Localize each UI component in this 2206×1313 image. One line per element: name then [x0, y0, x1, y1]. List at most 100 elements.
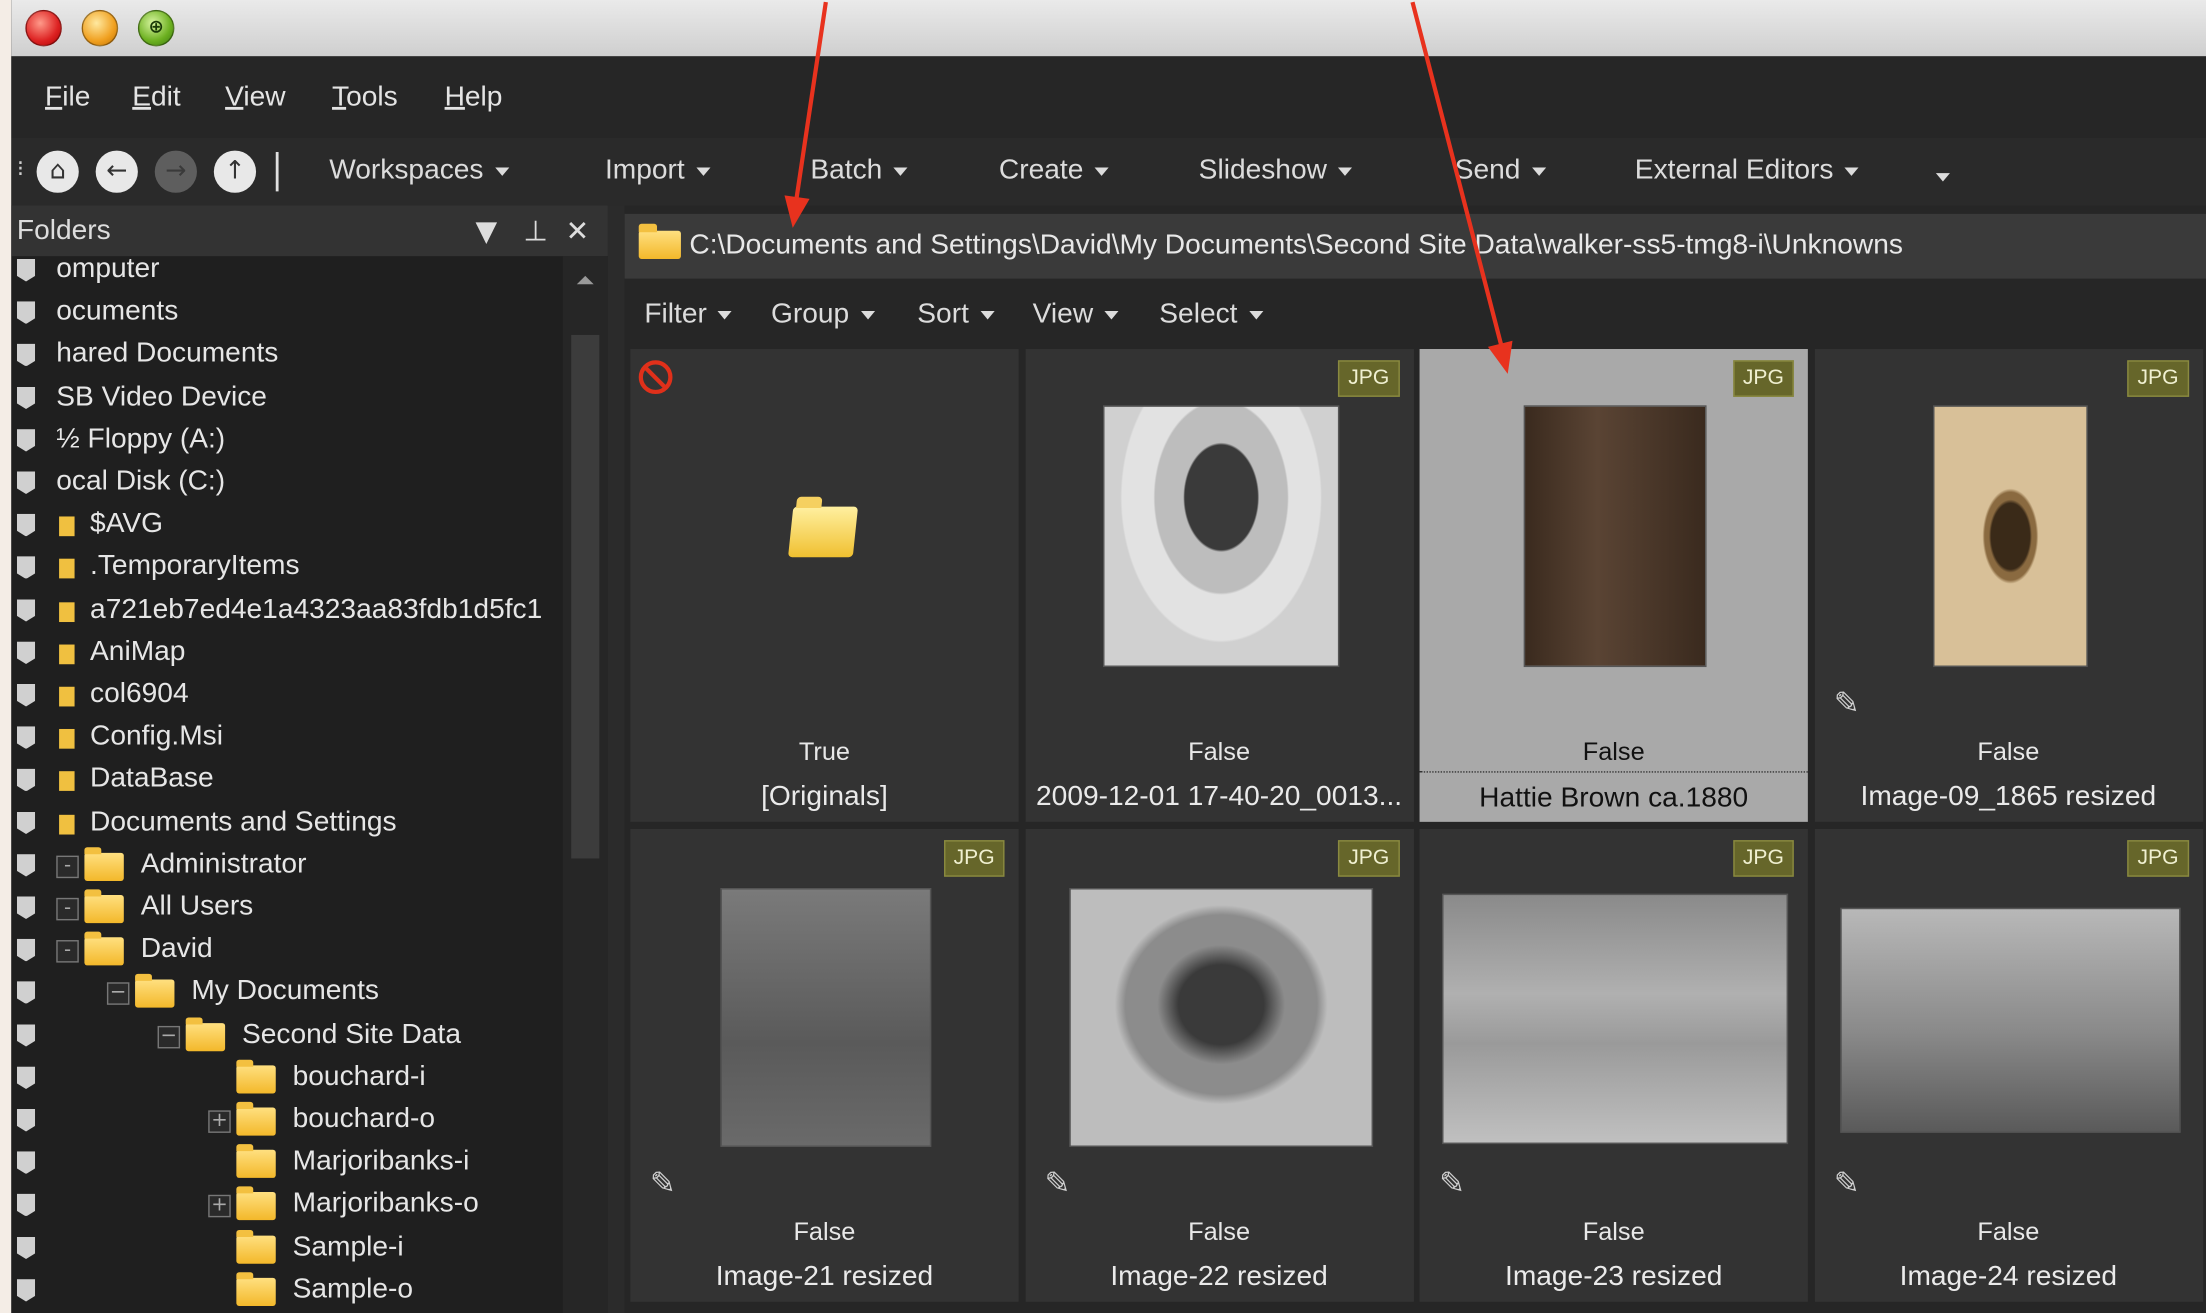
- forward-icon[interactable]: →: [154, 150, 197, 193]
- tree-item[interactable]: DataBase: [11, 760, 563, 802]
- photo-thumbnail[interactable]: [720, 888, 932, 1147]
- scroll-up-icon[interactable]: [576, 275, 594, 285]
- thumbnail-cell[interactable]: True [Originals]: [630, 349, 1019, 822]
- thumbnail-cell[interactable]: JPG ✎ False Image-09_1865 resized: [1814, 349, 2203, 822]
- photo-thumbnail[interactable]: [1932, 405, 2088, 668]
- bookmark-icon[interactable]: [16, 1193, 36, 1217]
- bookmark-icon[interactable]: [16, 853, 36, 877]
- zoom-window-button[interactable]: ⊕: [137, 9, 175, 47]
- create-menu[interactable]: Create: [999, 155, 1109, 187]
- select-menu[interactable]: Select: [1159, 298, 1263, 330]
- tree-item[interactable]: − My Documents: [11, 973, 563, 1015]
- tree-item[interactable]: Documents and Settings: [11, 803, 563, 845]
- expand-toggle-icon[interactable]: -: [56, 897, 79, 921]
- minimize-window-button[interactable]: [81, 9, 119, 47]
- bookmark-icon[interactable]: [16, 1066, 36, 1089]
- tree-item[interactable]: .TemporaryItems: [11, 548, 563, 590]
- pane-menu-icon[interactable]: ▼: [476, 214, 498, 248]
- menu-edit[interactable]: Edit: [132, 82, 180, 114]
- bookmark-icon[interactable]: [16, 981, 36, 1004]
- tree-item[interactable]: Sample-i: [11, 1228, 563, 1270]
- close-window-button[interactable]: [25, 9, 62, 47]
- tree-item[interactable]: ½ Floppy (A:): [11, 420, 563, 462]
- toolbar-grip-icon[interactable]: ⁝: [17, 155, 24, 182]
- tree-item[interactable]: + bouchard-o: [11, 1101, 563, 1143]
- tree-item[interactable]: hared Documents: [11, 335, 563, 377]
- tree-item[interactable]: Marjoribanks-i: [11, 1143, 563, 1185]
- pencil-icon[interactable]: ✎: [1439, 1167, 1476, 1204]
- bookmark-icon[interactable]: [16, 1278, 36, 1302]
- pencil-icon[interactable]: ✎: [1045, 1167, 1082, 1204]
- photo-thumbnail[interactable]: [1102, 405, 1339, 668]
- bookmark-icon[interactable]: [16, 301, 36, 324]
- bookmark-icon[interactable]: [16, 598, 36, 622]
- photo-thumbnail[interactable]: [1523, 405, 1707, 668]
- expand-toggle-icon[interactable]: -: [56, 855, 79, 878]
- bookmark-icon[interactable]: [16, 471, 36, 494]
- tree-item[interactable]: - Administrator: [11, 845, 563, 887]
- import-menu[interactable]: Import: [605, 155, 711, 187]
- expand-toggle-icon[interactable]: −: [157, 1025, 181, 1048]
- sort-menu[interactable]: Sort: [917, 298, 995, 330]
- thumbnail-cell[interactable]: JPG False Hattie Brown ca.1880: [1419, 349, 1808, 822]
- pencil-icon[interactable]: ✎: [1834, 1167, 1871, 1204]
- tree-item[interactable]: a721eb7ed4e1a4323aa83fdb1d5fc1: [11, 590, 563, 632]
- bookmark-icon[interactable]: [16, 938, 36, 962]
- back-icon[interactable]: ←: [95, 150, 138, 193]
- toolbar-overflow-button[interactable]: [1925, 160, 1950, 192]
- external-editors-menu[interactable]: External Editors: [1635, 155, 1859, 187]
- bookmark-icon[interactable]: [16, 1108, 36, 1132]
- bookmark-icon[interactable]: [16, 683, 36, 707]
- up-icon[interactable]: ↑: [213, 150, 257, 193]
- bookmark-icon[interactable]: [16, 1023, 36, 1047]
- tree-item[interactable]: − Second Site Data: [11, 1015, 563, 1057]
- photo-thumbnail[interactable]: [1068, 888, 1373, 1147]
- menu-view[interactable]: View: [225, 82, 285, 114]
- tree-item[interactable]: Config.Msi: [11, 718, 563, 760]
- home-icon[interactable]: ⌂: [36, 150, 79, 193]
- tree-item[interactable]: - All Users: [11, 888, 563, 930]
- tree-item[interactable]: SB Video Device: [11, 378, 563, 420]
- bookmark-icon[interactable]: [16, 258, 36, 282]
- thumbnail-cell[interactable]: JPG ✎ False Image-21 resized: [630, 828, 1019, 1302]
- thumbnail-cell[interactable]: JPG ✎ False Image-24 resized: [1814, 828, 2203, 1302]
- expand-toggle-icon[interactable]: −: [106, 982, 130, 1006]
- expand-toggle-icon[interactable]: -: [56, 940, 79, 963]
- bookmark-icon[interactable]: [16, 428, 36, 452]
- expand-toggle-icon[interactable]: +: [208, 1195, 231, 1218]
- tree-item[interactable]: AniMap: [11, 633, 563, 675]
- scrollbar-thumb[interactable]: [571, 334, 600, 859]
- expand-toggle-icon[interactable]: +: [208, 1110, 231, 1133]
- bookmark-icon[interactable]: [16, 1236, 36, 1259]
- workspaces-menu[interactable]: Workspaces: [329, 155, 509, 187]
- tree-item[interactable]: ocal Disk (C:): [11, 463, 563, 505]
- filter-menu[interactable]: Filter: [644, 298, 733, 330]
- tree-item[interactable]: - David: [11, 930, 563, 972]
- tree-item[interactable]: bouchard-i: [11, 1058, 563, 1100]
- bookmark-icon[interactable]: [16, 726, 36, 749]
- bookmark-icon[interactable]: [16, 386, 36, 409]
- tree-item[interactable]: omputer: [11, 256, 563, 293]
- bookmark-icon[interactable]: [16, 513, 36, 537]
- thumbnail-cell[interactable]: JPG False 2009-12-01 17-40-20_0013...: [1024, 349, 1414, 822]
- thumbnail-cell[interactable]: JPG ✎ False Image-23 resized: [1419, 828, 1808, 1302]
- tree-item[interactable]: $AVG: [11, 505, 563, 547]
- batch-menu[interactable]: Batch: [810, 155, 908, 187]
- path-bar[interactable]: C:\Documents and Settings\David\My Docum…: [624, 213, 2206, 279]
- tree-item[interactable]: ocuments: [11, 293, 563, 335]
- bookmark-icon[interactable]: [16, 556, 36, 579]
- bookmark-icon[interactable]: [16, 768, 36, 792]
- menu-tools[interactable]: Tools: [332, 82, 398, 114]
- bookmark-icon[interactable]: [16, 1151, 36, 1174]
- folder-tree-scrollbar[interactable]: [562, 256, 608, 1313]
- close-icon[interactable]: ✕: [566, 214, 590, 248]
- view-menu[interactable]: View: [1033, 298, 1119, 330]
- bookmark-icon[interactable]: [16, 343, 36, 367]
- menu-help[interactable]: Help: [445, 82, 503, 114]
- tree-item[interactable]: + Marjoribanks-o: [11, 1185, 563, 1227]
- bookmark-icon[interactable]: [16, 641, 36, 664]
- bookmark-icon[interactable]: [16, 811, 36, 834]
- photo-thumbnail[interactable]: [1442, 893, 1789, 1145]
- bookmark-icon[interactable]: [16, 896, 36, 919]
- pencil-icon[interactable]: ✎: [650, 1167, 687, 1204]
